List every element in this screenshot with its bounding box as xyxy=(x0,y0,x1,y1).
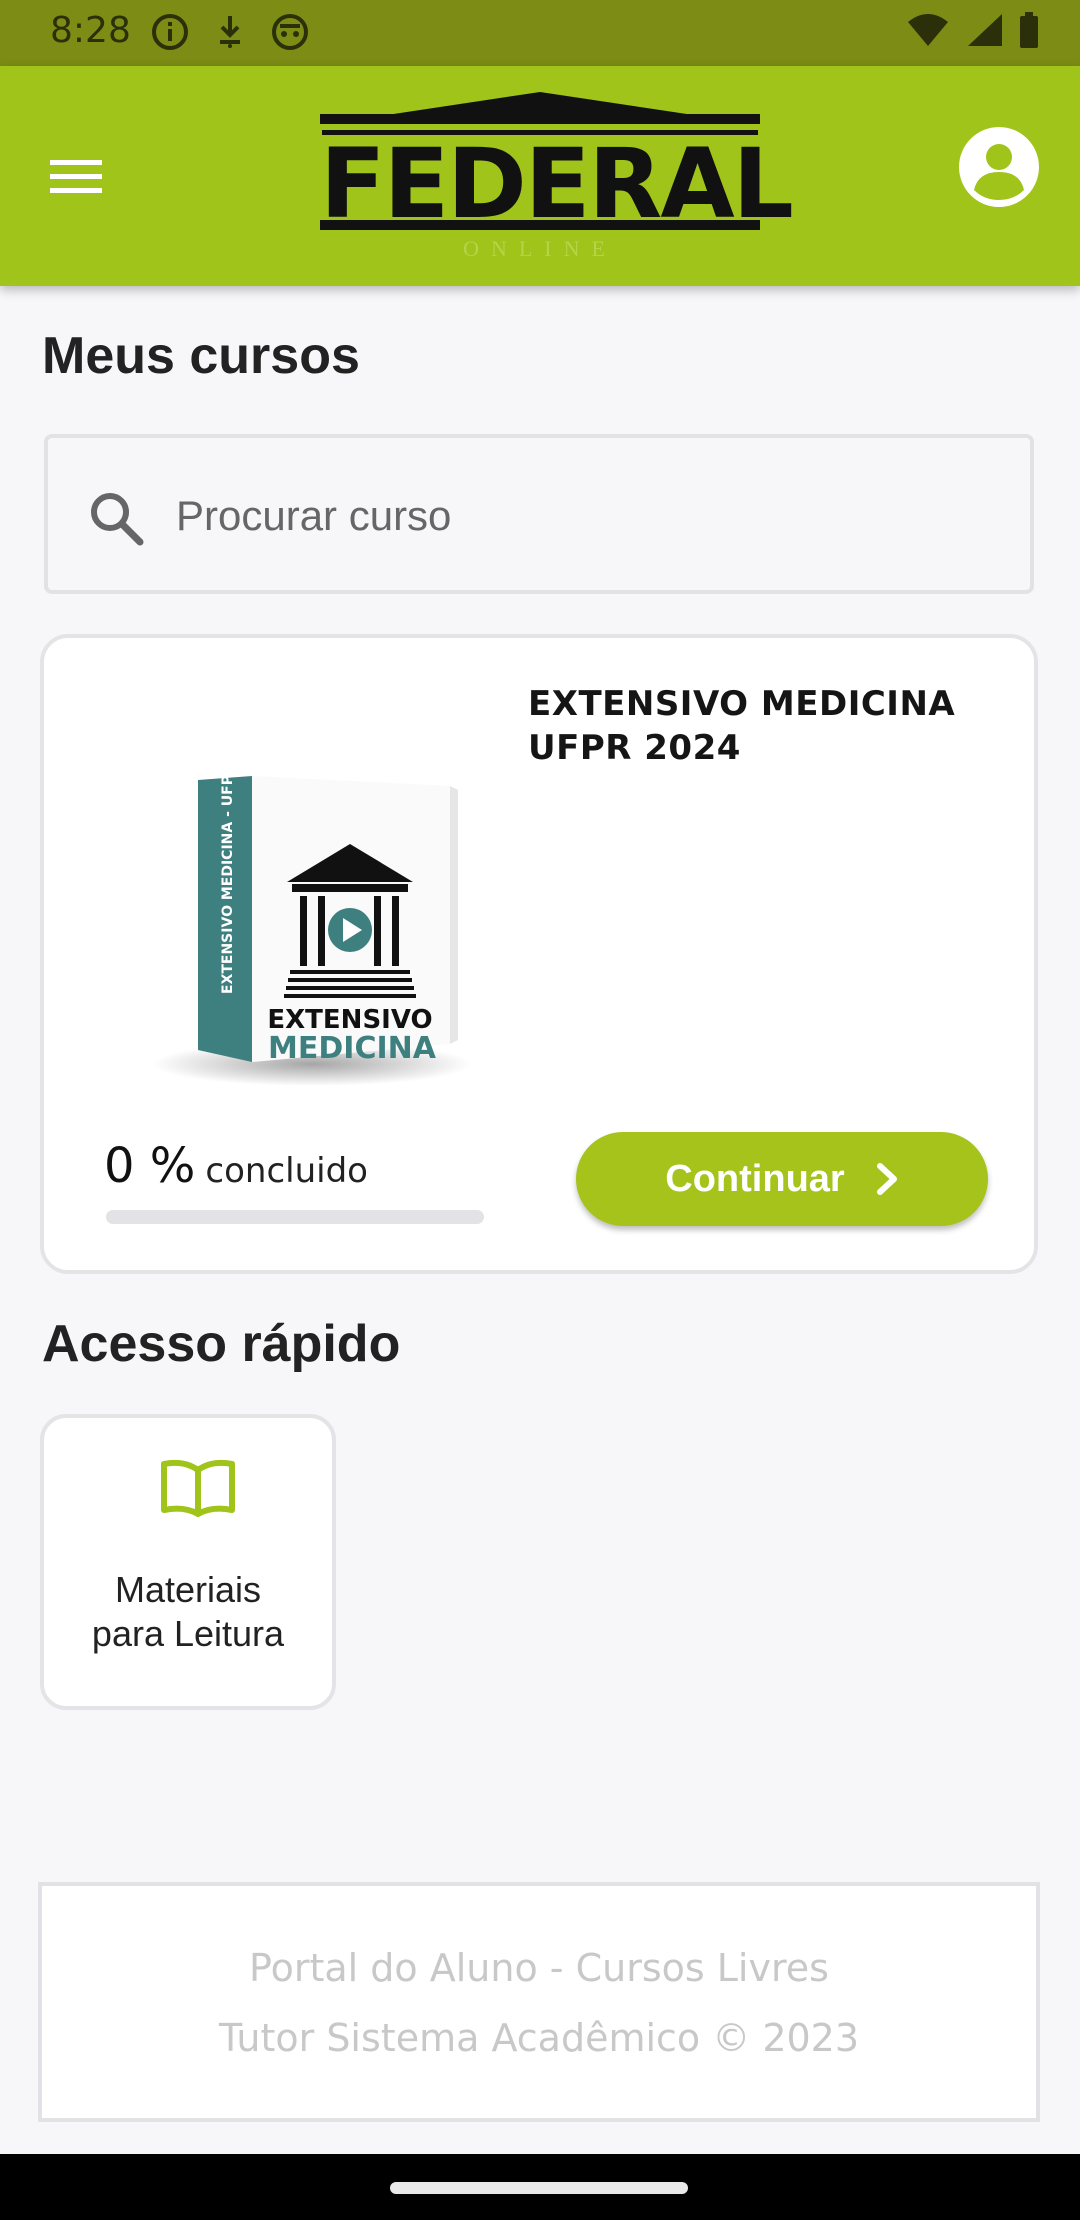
wifi-icon xyxy=(908,14,948,46)
course-progress-label: 0 % concluido xyxy=(104,1138,368,1194)
chevron-right-icon xyxy=(876,1163,897,1195)
footer-line-portal: Portal do Aluno - Cursos Livres xyxy=(249,1946,829,1990)
signal-icon xyxy=(968,14,1002,46)
continue-button-label: Continuar xyxy=(665,1157,845,1200)
menu-button[interactable] xyxy=(40,146,114,206)
logo-text: FEDERAL xyxy=(320,128,794,240)
progress-text: concluido xyxy=(205,1151,368,1191)
android-icon xyxy=(272,14,308,50)
page-title: Meus cursos xyxy=(42,327,360,385)
status-icons-right xyxy=(906,12,1040,48)
cover-spine-text: EXTENSIVO MEDICINA - UFPR xyxy=(220,764,236,994)
open-book-icon xyxy=(161,1459,235,1517)
download-icon xyxy=(220,16,240,48)
course-title[interactable]: EXTENSIVO MEDICINA UFPR 2024 xyxy=(528,682,988,770)
quick-access-reading-materials[interactable]: Materiais para Leitura xyxy=(40,1414,336,1710)
course-card[interactable]: EXTENSIVO MEDICINA - UFPR EXTENSIVO MEDI… xyxy=(40,634,1038,1274)
search-input[interactable] xyxy=(176,478,996,554)
progress-bar xyxy=(106,1210,484,1224)
hamburger-menu-icon xyxy=(50,160,102,193)
quick-access-label: Materiais para Leitura xyxy=(91,1569,285,1654)
status-bar: 8:28 xyxy=(0,0,1080,66)
search-box[interactable] xyxy=(44,434,1034,594)
status-icons-left xyxy=(150,12,310,52)
account-circle-icon xyxy=(959,127,1039,207)
system-nav-bar xyxy=(0,2154,1080,2220)
logo-subtext: ONLINE xyxy=(463,236,617,261)
status-time: 8:28 xyxy=(50,10,131,51)
home-gesture-handle[interactable] xyxy=(390,2182,688,2194)
account-button[interactable] xyxy=(958,126,1040,208)
federal-logo: FEDERAL ONLINE xyxy=(320,90,794,261)
app-bar: FEDERAL ONLINE xyxy=(0,66,1080,286)
quick-access-title: Acesso rápido xyxy=(42,1315,401,1373)
course-cover-image: EXTENSIVO MEDICINA - UFPR EXTENSIVO MEDI… xyxy=(112,694,512,1094)
search-icon xyxy=(91,493,144,546)
cover-line2-text: MEDICINA xyxy=(268,1031,437,1066)
footer-line-copyright: Tutor Sistema Acadêmico © 2023 xyxy=(218,2016,860,2060)
continue-button[interactable]: Continuar xyxy=(576,1132,988,1226)
progress-percent: 0 % xyxy=(104,1138,196,1194)
course-box-illustration: EXTENSIVO MEDICINA - UFPR EXTENSIVO MEDI… xyxy=(152,764,472,1086)
battery-icon xyxy=(1020,12,1038,48)
info-icon xyxy=(152,14,188,50)
footer: Portal do Aluno - Cursos Livres Tutor Si… xyxy=(38,1882,1040,2122)
